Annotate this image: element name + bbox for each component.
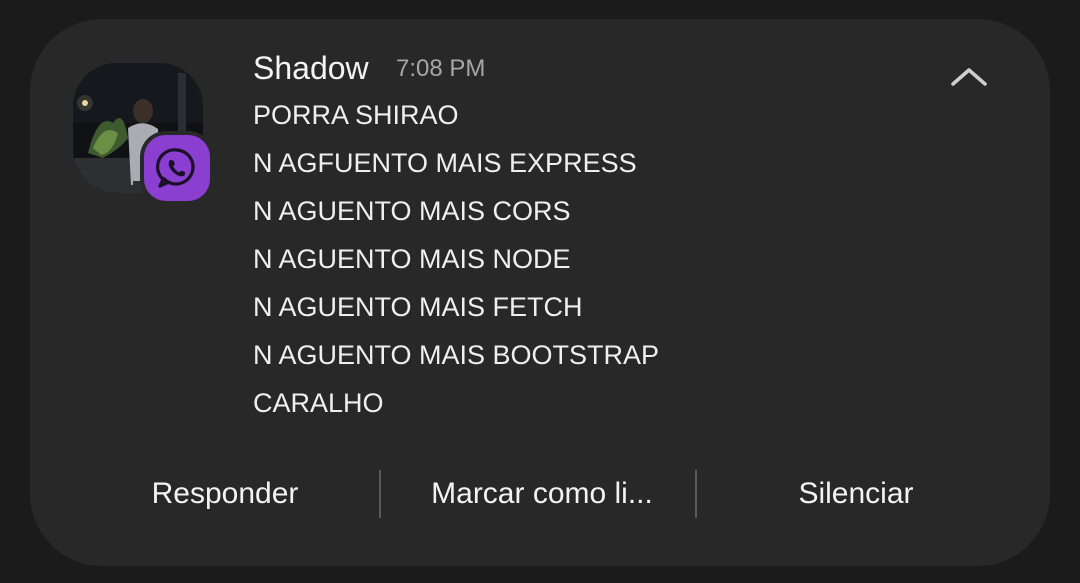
message-line: N AGUENTO MAIS NODE bbox=[253, 244, 571, 274]
chevron-up-icon bbox=[951, 68, 987, 86]
whatsapp-icon bbox=[155, 148, 195, 188]
message-line: PORRA SHIRAO bbox=[253, 100, 459, 130]
action-divider bbox=[695, 470, 697, 518]
whatsapp-badge bbox=[144, 135, 210, 201]
reply-button[interactable]: Responder bbox=[95, 474, 355, 514]
message-line: N AGFUENTO MAIS EXPRESS bbox=[253, 148, 637, 178]
collapse-button[interactable] bbox=[946, 58, 992, 94]
message-line: N AGUENTO MAIS CORS bbox=[253, 196, 571, 226]
action-divider bbox=[379, 470, 381, 518]
message-line: CARALHO bbox=[253, 388, 384, 418]
sender-name: Shadow bbox=[253, 50, 369, 86]
timestamp: 7:08 PM bbox=[396, 55, 486, 82]
mute-button[interactable]: Silenciar bbox=[726, 474, 986, 514]
message-line: N AGUENTO MAIS FETCH bbox=[253, 292, 583, 322]
message-line: N AGUENTO MAIS BOOTSTRAP bbox=[253, 340, 660, 370]
mark-as-read-button[interactable]: Marcar como li... bbox=[392, 474, 692, 514]
